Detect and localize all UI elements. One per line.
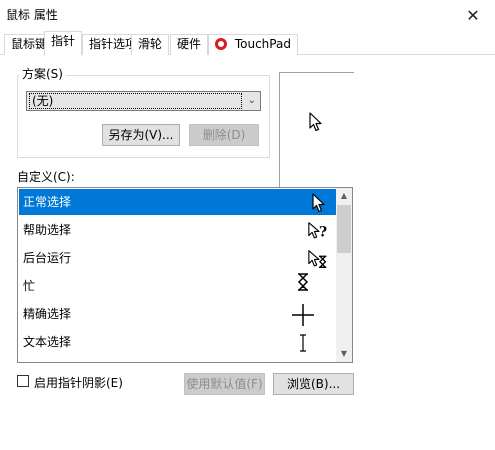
scheme-group: (无) ⌄ 另存为(V)... 删除(D) (17, 75, 270, 158)
scroll-thumb[interactable] (337, 205, 351, 253)
tab-touchpad[interactable]: TouchPad (208, 34, 298, 55)
scheme-label: 方案(S) (19, 65, 66, 82)
list-item[interactable]: 正常选择 (19, 189, 337, 215)
list-item[interactable]: 后台运行 (19, 245, 337, 271)
list-item[interactable]: 文本选择 (19, 329, 337, 355)
tab-strip: 鼠标键 指针 指针选项 滑轮 硬件 TouchPad (0, 30, 495, 56)
delete-button[interactable]: 删除(D) (189, 124, 259, 146)
text-ibeam-cursor-icon (291, 331, 315, 355)
pointer-shadow-label: 启用指针阴影(E) (34, 376, 123, 390)
browse-button[interactable]: 浏览(B)... (273, 373, 354, 395)
list-item[interactable]: 帮助选择 ? (19, 217, 337, 243)
arrow-cursor-icon (309, 112, 322, 132)
tab-pointers[interactable]: 指针 (44, 31, 83, 56)
list-scrollbar[interactable]: ▲ ▼ (336, 188, 352, 362)
close-icon: ✕ (466, 5, 480, 25)
save-as-button[interactable]: 另存为(V)... (102, 124, 180, 146)
customize-label: 自定义(C): (17, 170, 75, 184)
scheme-selected-value: (无) (29, 93, 242, 109)
scroll-down-icon[interactable]: ▼ (336, 346, 352, 362)
scroll-up-icon[interactable]: ▲ (336, 188, 352, 204)
use-default-button[interactable]: 使用默认值(F) (184, 373, 265, 395)
list-item[interactable]: 忙 (19, 273, 337, 299)
chevron-down-icon: ⌄ (247, 95, 256, 106)
cursor-preview (279, 72, 354, 202)
busy-hourglass-icon (291, 270, 315, 294)
window-title: 鼠标 属性 (6, 8, 58, 22)
svg-text:?: ? (319, 225, 327, 241)
touchpad-logo-icon (215, 38, 227, 50)
scheme-dropdown[interactable]: (无) ⌄ (26, 91, 261, 111)
list-item[interactable]: 精确选择 (19, 301, 337, 327)
cursor-list[interactable]: 正常选择 帮助选择 ? 后台运行 忙 精确选择 文本选择 ▲ ▼ (17, 187, 353, 363)
close-button[interactable]: ✕ (451, 0, 495, 30)
arrow-cursor-icon (307, 191, 331, 215)
pointers-tab-page: (无) ⌄ 另存为(V)... 删除(D) 方案(S) 自定义(C): 正常选择… (0, 55, 495, 450)
tab-wheel[interactable]: 滑轮 (131, 34, 170, 55)
tab-hardware[interactable]: 硬件 (170, 34, 209, 55)
help-cursor-icon: ? (307, 219, 331, 243)
title-bar: 鼠标 属性 ✕ (0, 0, 495, 30)
crosshair-cursor-icon (291, 303, 315, 327)
pointer-shadow-checkbox[interactable] (17, 375, 29, 387)
working-in-background-cursor-icon (307, 247, 331, 271)
